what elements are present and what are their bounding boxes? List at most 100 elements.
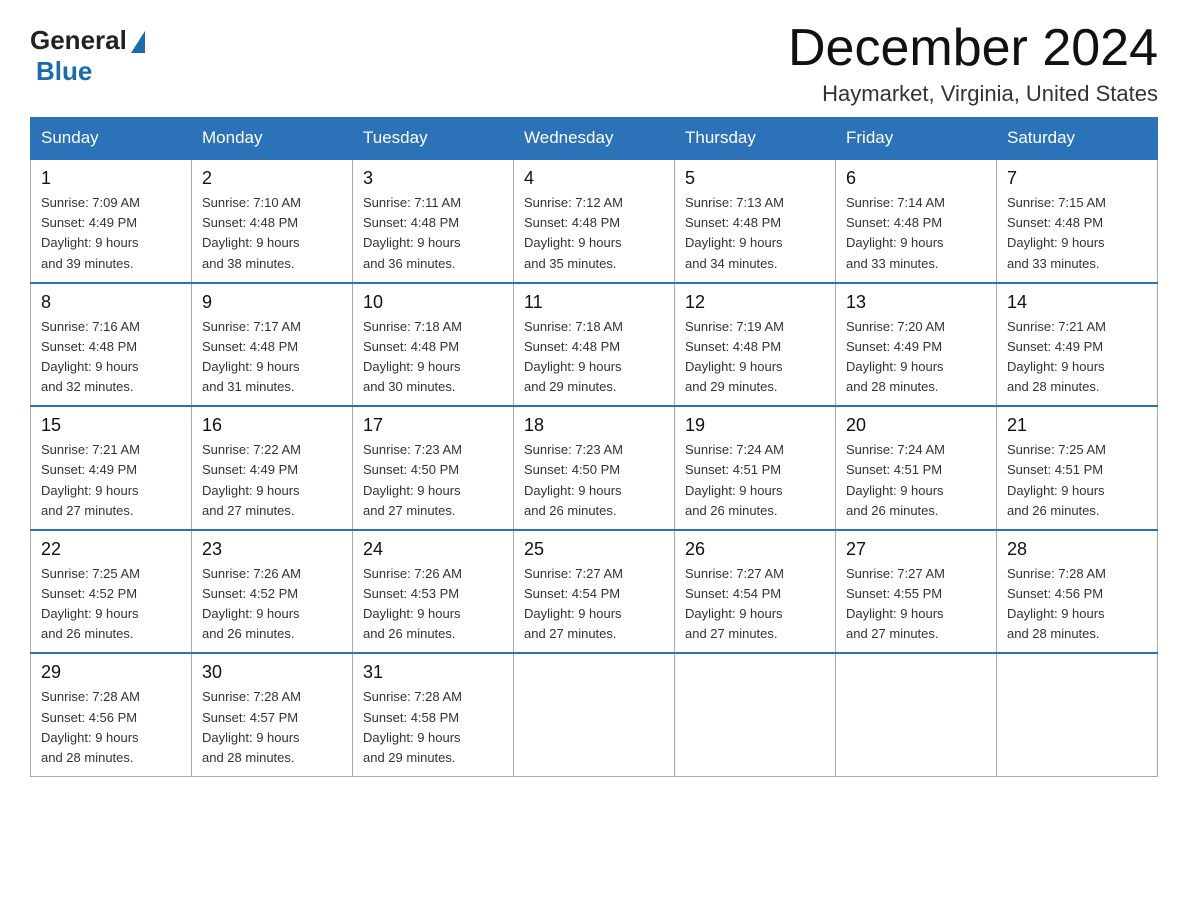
calendar-day-28: 28 Sunrise: 7:28 AMSunset: 4:56 PMDayligh… — [997, 530, 1158, 654]
day-info: Sunrise: 7:14 AMSunset: 4:48 PMDaylight:… — [846, 193, 986, 274]
calendar-day-3: 3Sunrise: 7:11 AMSunset: 4:48 PMDaylight… — [353, 159, 514, 283]
day-number: 17 — [363, 415, 503, 436]
day-info: Sunrise: 7:28 AMSunset: 4:56 PMDaylight:… — [41, 687, 181, 768]
day-number: 9 — [202, 292, 342, 313]
day-number: 21 — [1007, 415, 1147, 436]
day-number: 14 — [1007, 292, 1147, 313]
calendar-day-29: 29 Sunrise: 7:28 AMSunset: 4:56 PMDayligh… — [31, 653, 192, 776]
calendar-day-header-thursday: Thursday — [675, 118, 836, 160]
day-number: 22 — [41, 539, 181, 560]
day-number: 26 — [685, 539, 825, 560]
day-info: Sunrise: 7:21 AMSunset: 4:49 PMDaylight:… — [41, 440, 181, 521]
day-number: 10 — [363, 292, 503, 313]
day-info: Sunrise: 7:16 AMSunset: 4:48 PMDaylight:… — [41, 317, 181, 398]
calendar-day-14: 14 Sunrise: 7:21 AMSunset: 4:49 PMDayligh… — [997, 283, 1158, 407]
day-info: Sunrise: 7:12 AMSunset: 4:48 PMDaylight:… — [524, 193, 664, 274]
calendar-day-22: 22Sunrise: 7:25 AMSunset: 4:52 PMDayligh… — [31, 530, 192, 654]
day-number: 25 — [524, 539, 664, 560]
calendar-week-row-5: 29 Sunrise: 7:28 AMSunset: 4:56 PMDayligh… — [31, 653, 1158, 776]
day-info: Sunrise: 7:18 AMSunset: 4:48 PMDaylight:… — [363, 317, 503, 398]
calendar-day-6: 6Sunrise: 7:14 AMSunset: 4:48 PMDaylight… — [836, 159, 997, 283]
logo-triangle-icon — [131, 31, 145, 53]
calendar-day-11: 11 Sunrise: 7:18 AMSunset: 4:48 PMDayligh… — [514, 283, 675, 407]
calendar-day-header-wednesday: Wednesday — [514, 118, 675, 160]
calendar-header-row: SundayMondayTuesdayWednesdayThursdayFrid… — [31, 118, 1158, 160]
calendar-day-8: 8 Sunrise: 7:16 AMSunset: 4:48 PMDaylight… — [31, 283, 192, 407]
calendar-day-header-monday: Monday — [192, 118, 353, 160]
day-info: Sunrise: 7:13 AMSunset: 4:48 PMDaylight:… — [685, 193, 825, 274]
calendar-table: SundayMondayTuesdayWednesdayThursdayFrid… — [30, 117, 1158, 777]
page-header: General Blue December 2024 Haymarket, Vi… — [30, 20, 1158, 107]
calendar-day-9: 9 Sunrise: 7:17 AMSunset: 4:48 PMDaylight… — [192, 283, 353, 407]
calendar-day-1: 1Sunrise: 7:09 AMSunset: 4:49 PMDaylight… — [31, 159, 192, 283]
logo-blue-text: Blue — [36, 56, 92, 86]
day-number: 13 — [846, 292, 986, 313]
day-number: 5 — [685, 168, 825, 189]
logo-general-text: General — [30, 25, 127, 56]
calendar-day-30: 30Sunrise: 7:28 AMSunset: 4:57 PMDayligh… — [192, 653, 353, 776]
calendar-day-15: 15 Sunrise: 7:21 AMSunset: 4:49 PMDayligh… — [31, 406, 192, 530]
day-number: 2 — [202, 168, 342, 189]
day-number: 29 — [41, 662, 181, 683]
title-block: December 2024 Haymarket, Virginia, Unite… — [788, 20, 1158, 107]
calendar-day-26: 26Sunrise: 7:27 AMSunset: 4:54 PMDayligh… — [675, 530, 836, 654]
calendar-empty-cell — [997, 653, 1158, 776]
day-info: Sunrise: 7:24 AMSunset: 4:51 PMDaylight:… — [846, 440, 986, 521]
day-number: 4 — [524, 168, 664, 189]
calendar-day-header-tuesday: Tuesday — [353, 118, 514, 160]
logo: General Blue — [30, 20, 145, 87]
day-info: Sunrise: 7:17 AMSunset: 4:48 PMDaylight:… — [202, 317, 342, 398]
calendar-week-row-2: 8 Sunrise: 7:16 AMSunset: 4:48 PMDaylight… — [31, 283, 1158, 407]
calendar-day-4: 4 Sunrise: 7:12 AMSunset: 4:48 PMDaylight… — [514, 159, 675, 283]
day-number: 30 — [202, 662, 342, 683]
calendar-day-25: 25 Sunrise: 7:27 AMSunset: 4:54 PMDayligh… — [514, 530, 675, 654]
day-number: 7 — [1007, 168, 1147, 189]
day-info: Sunrise: 7:11 AMSunset: 4:48 PMDaylight:… — [363, 193, 503, 274]
calendar-week-row-3: 15 Sunrise: 7:21 AMSunset: 4:49 PMDayligh… — [31, 406, 1158, 530]
calendar-day-2: 2 Sunrise: 7:10 AMSunset: 4:48 PMDaylight… — [192, 159, 353, 283]
day-number: 20 — [846, 415, 986, 436]
day-number: 19 — [685, 415, 825, 436]
day-info: Sunrise: 7:20 AMSunset: 4:49 PMDaylight:… — [846, 317, 986, 398]
day-info: Sunrise: 7:15 AMSunset: 4:48 PMDaylight:… — [1007, 193, 1147, 274]
day-number: 15 — [41, 415, 181, 436]
calendar-day-31: 31Sunrise: 7:28 AMSunset: 4:58 PMDayligh… — [353, 653, 514, 776]
calendar-day-20: 20 Sunrise: 7:24 AMSunset: 4:51 PMDayligh… — [836, 406, 997, 530]
day-number: 11 — [524, 292, 664, 313]
calendar-day-13: 13 Sunrise: 7:20 AMSunset: 4:49 PMDayligh… — [836, 283, 997, 407]
calendar-day-24: 24Sunrise: 7:26 AMSunset: 4:53 PMDayligh… — [353, 530, 514, 654]
day-info: Sunrise: 7:24 AMSunset: 4:51 PMDaylight:… — [685, 440, 825, 521]
calendar-day-18: 18Sunrise: 7:23 AMSunset: 4:50 PMDayligh… — [514, 406, 675, 530]
day-info: Sunrise: 7:28 AMSunset: 4:56 PMDaylight:… — [1007, 564, 1147, 645]
calendar-empty-cell — [675, 653, 836, 776]
calendar-day-5: 5 Sunrise: 7:13 AMSunset: 4:48 PMDaylight… — [675, 159, 836, 283]
day-number: 28 — [1007, 539, 1147, 560]
day-number: 23 — [202, 539, 342, 560]
calendar-week-row-4: 22Sunrise: 7:25 AMSunset: 4:52 PMDayligh… — [31, 530, 1158, 654]
day-number: 27 — [846, 539, 986, 560]
calendar-day-21: 21Sunrise: 7:25 AMSunset: 4:51 PMDayligh… — [997, 406, 1158, 530]
day-number: 8 — [41, 292, 181, 313]
day-info: Sunrise: 7:21 AMSunset: 4:49 PMDaylight:… — [1007, 317, 1147, 398]
day-info: Sunrise: 7:28 AMSunset: 4:58 PMDaylight:… — [363, 687, 503, 768]
calendar-day-header-sunday: Sunday — [31, 118, 192, 160]
day-info: Sunrise: 7:19 AMSunset: 4:48 PMDaylight:… — [685, 317, 825, 398]
calendar-day-10: 10 Sunrise: 7:18 AMSunset: 4:48 PMDayligh… — [353, 283, 514, 407]
day-info: Sunrise: 7:18 AMSunset: 4:48 PMDaylight:… — [524, 317, 664, 398]
calendar-day-header-saturday: Saturday — [997, 118, 1158, 160]
day-info: Sunrise: 7:10 AMSunset: 4:48 PMDaylight:… — [202, 193, 342, 274]
day-number: 16 — [202, 415, 342, 436]
day-number: 1 — [41, 168, 181, 189]
calendar-day-27: 27Sunrise: 7:27 AMSunset: 4:55 PMDayligh… — [836, 530, 997, 654]
month-title: December 2024 — [788, 20, 1158, 77]
calendar-day-19: 19 Sunrise: 7:24 AMSunset: 4:51 PMDayligh… — [675, 406, 836, 530]
calendar-empty-cell — [514, 653, 675, 776]
day-info: Sunrise: 7:26 AMSunset: 4:52 PMDaylight:… — [202, 564, 342, 645]
calendar-day-17: 17Sunrise: 7:23 AMSunset: 4:50 PMDayligh… — [353, 406, 514, 530]
calendar-day-16: 16 Sunrise: 7:22 AMSunset: 4:49 PMDayligh… — [192, 406, 353, 530]
calendar-empty-cell — [836, 653, 997, 776]
day-info: Sunrise: 7:26 AMSunset: 4:53 PMDaylight:… — [363, 564, 503, 645]
day-info: Sunrise: 7:27 AMSunset: 4:54 PMDaylight:… — [524, 564, 664, 645]
calendar-day-header-friday: Friday — [836, 118, 997, 160]
day-info: Sunrise: 7:22 AMSunset: 4:49 PMDaylight:… — [202, 440, 342, 521]
